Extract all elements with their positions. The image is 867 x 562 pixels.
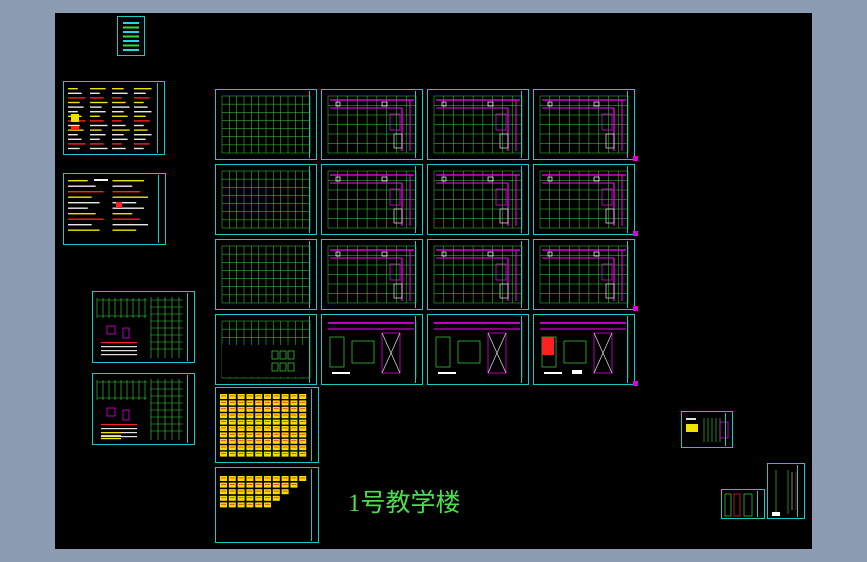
sheet-drawing [539,95,629,154]
title-block [627,241,633,308]
floor-plan-sheet[interactable] [533,164,635,235]
title-block [627,316,633,383]
floor-plan-sheet[interactable] [215,164,317,235]
title-block [311,469,317,541]
floor-plan-sheet[interactable] [321,89,423,160]
title-block [725,413,731,446]
sheet-drawing [327,95,417,154]
title-block [309,241,315,308]
title-block [311,389,317,461]
sheet-drawing [220,394,307,457]
title-block [309,316,315,383]
title-block [627,166,633,233]
floor-plan-sheet[interactable] [321,164,423,235]
sheet-drawing [68,179,149,231]
sheet-drawing [326,319,417,380]
sheet-drawing [433,170,523,229]
sheet-corner-marker [633,381,638,386]
floor-plan-sheet[interactable] [533,89,635,160]
sheet-drawing [123,22,139,51]
floor-plan-sheet[interactable] [321,239,423,310]
sheet-drawing [539,170,629,229]
section-sheet-tall[interactable] [767,463,805,519]
floor-plan-sheet[interactable] [215,314,317,385]
title-block [415,91,421,158]
floor-plan-sheet[interactable] [321,314,423,385]
sheet-drawing [432,319,523,380]
floor-plan-sheet[interactable] [427,314,529,385]
cover-sheet[interactable] [117,16,145,56]
structural-detail-sheet[interactable] [92,373,195,445]
title-block [415,166,421,233]
sheet-drawing [96,297,183,358]
sheet-corner-marker [633,231,638,236]
section-sheet-small[interactable] [721,489,765,519]
title-block [187,293,193,361]
title-block [309,91,315,158]
design-notes-sheet[interactable] [63,173,166,245]
sheet-drawing [96,379,183,440]
sheet-drawing [327,245,417,304]
sheet-drawing [221,95,311,154]
sheet-drawing [539,245,629,304]
floor-plan-sheet[interactable] [215,239,317,310]
general-notes-sheet[interactable] [63,81,165,155]
title-block [415,316,421,383]
title-block [187,375,193,443]
sheet-drawing [221,245,311,304]
sheet-drawing [221,170,311,229]
floor-plan-sheet[interactable] [427,89,529,160]
title-block [415,241,421,308]
sheet-corner-marker [633,156,638,161]
sheet-drawing [221,320,311,379]
sheet-drawing [68,88,152,150]
title-block [309,166,315,233]
model-space[interactable]: 1号教学楼 [55,13,812,549]
title-block [521,91,527,158]
sheet-drawing [538,319,629,380]
title-block [521,316,527,383]
title-block [521,166,527,233]
sheet-drawing [220,476,307,508]
drawing-title: 1号教学楼 [348,490,461,517]
structural-detail-sheet[interactable] [92,291,195,363]
floor-plan-sheet[interactable] [533,239,635,310]
sheet-drawing [433,95,523,154]
floor-plan-sheet[interactable] [427,239,529,310]
schedule-table-sheet[interactable] [215,467,319,543]
sheet-corner-marker [633,306,638,311]
cad-viewport[interactable]: 1号教学楼 [55,13,812,549]
title-block [521,241,527,308]
title-block [757,491,763,517]
floor-plan-sheet[interactable] [533,314,635,385]
floor-plan-sheet[interactable] [215,89,317,160]
title-block [797,465,803,517]
sheet-drawing [327,170,417,229]
floor-plan-sheet[interactable] [427,164,529,235]
title-block [627,91,633,158]
detail-sheet-small[interactable] [681,411,733,448]
schedule-table-sheet[interactable] [215,387,319,463]
sheet-drawing [433,245,523,304]
title-block [157,83,163,153]
title-block [158,175,164,243]
